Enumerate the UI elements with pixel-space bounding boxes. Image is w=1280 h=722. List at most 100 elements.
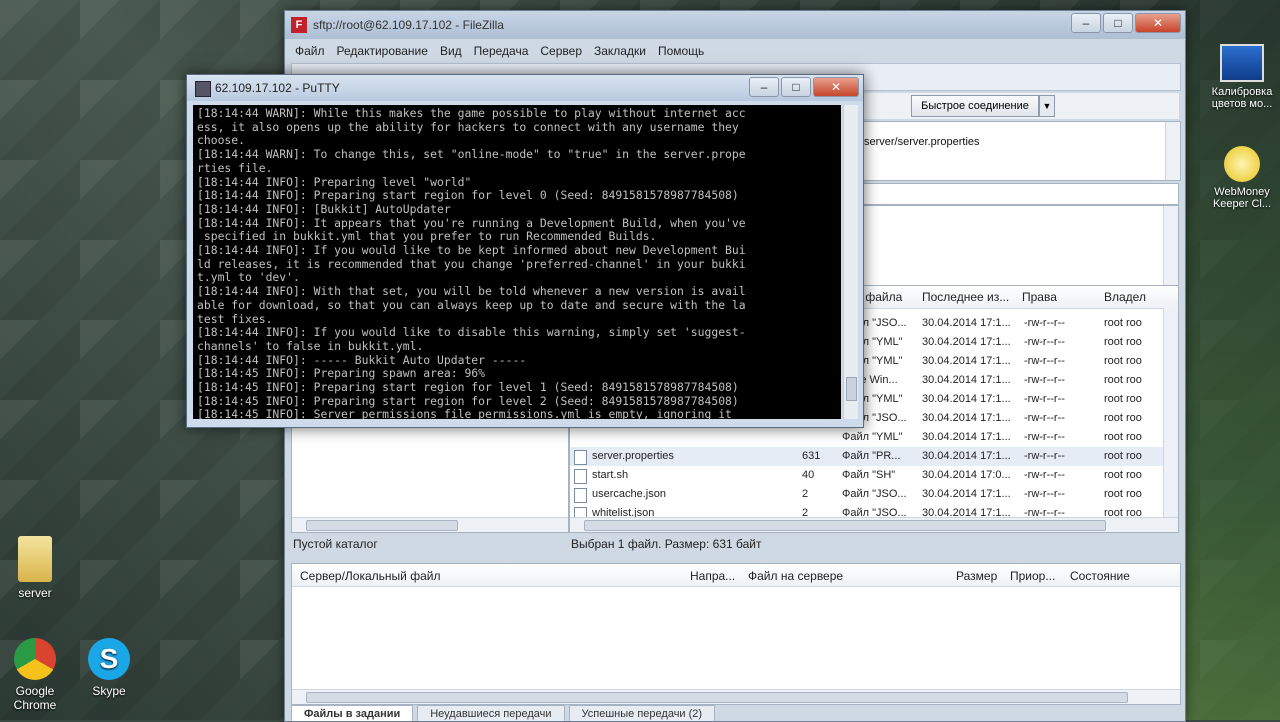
putty-title: 62.109.17.102 - PuTTY <box>215 81 340 95</box>
queue-col-direction[interactable]: Напра... <box>690 569 735 583</box>
webmoney-icon <box>1224 146 1260 182</box>
table-row[interactable]: start.sh 40 Файл "SH" 30.04.2014 17:0... -rw… <box>570 466 1178 485</box>
maximize-button[interactable]: □ <box>1103 13 1133 33</box>
desktop-icon-chrome[interactable]: Google Chrome <box>0 638 70 712</box>
local-file-list[interactable] <box>291 411 569 533</box>
maximize-button[interactable]: □ <box>781 77 811 97</box>
quickconnect-button[interactable]: Быстрое соединение <box>911 95 1039 117</box>
menu-view[interactable]: Вид <box>440 41 462 61</box>
file-modified: 30.04.2014 17:1... <box>922 412 1011 424</box>
remote-files-hscrollbar[interactable] <box>570 517 1178 532</box>
terminal-line: [18:14:45 INFO]: Server permissions file… <box>197 408 837 419</box>
scroll-thumb[interactable] <box>306 520 458 531</box>
chrome-icon <box>14 638 56 680</box>
terminal-line: [18:14:45 INFO]: Preparing spawn area: 9… <box>197 367 837 381</box>
remote-path-input[interactable] <box>859 183 1179 205</box>
terminal-line-text: [18:14:45 INFO]: Preparing start region … <box>197 394 739 408</box>
terminal-output[interactable]: [18:14:44 WARN]: While this makes the ga… <box>193 105 841 419</box>
file-modified: 30.04.2014 17:1... <box>922 393 1011 405</box>
local-status: Пустой каталог <box>293 537 378 551</box>
terminal-line-text: ld releases, it is recommended that you … <box>197 257 746 271</box>
queue-hscrollbar[interactable] <box>292 689 1180 704</box>
table-row[interactable]: usercache.json 2 Файл "JSO... 30.04.2014 17… <box>570 485 1178 504</box>
log-scrollbar[interactable] <box>1165 122 1180 180</box>
filezilla-titlebar[interactable]: F sftp://root@62.109.17.102 - FileZilla … <box>285 11 1185 39</box>
quickconnect-dropdown-icon[interactable]: ▼ <box>1039 95 1055 117</box>
table-row[interactable]: server.properties 631 Файл "PR... 30.04.201… <box>570 447 1178 466</box>
remote-directory-tree[interactable] <box>859 205 1179 287</box>
file-modified: 30.04.2014 17:1... <box>922 374 1011 386</box>
putty-titlebar[interactable]: 62.109.17.102 - PuTTY ‒ □ ✕ <box>187 75 863 101</box>
terminal-line: [18:14:44 INFO]: If you would like to be… <box>197 244 837 258</box>
file-permissions: -rw-r--r-- <box>1024 488 1065 500</box>
menu-server[interactable]: Сервер <box>540 41 582 61</box>
putty-window[interactable]: 62.109.17.102 - PuTTY ‒ □ ✕ [18:14:44 WA… <box>186 74 864 428</box>
terminal-line: specified in bukkit.yml that you prefer … <box>197 230 837 244</box>
terminal-line: rties file. <box>197 162 837 176</box>
terminal-line-text: [18:14:45 INFO]: Preparing spawn area: 9… <box>197 367 486 381</box>
desktop-icon-server[interactable]: server <box>0 536 70 600</box>
menu-edit[interactable]: Редактирование <box>337 41 428 61</box>
tab-failed-transfers[interactable]: Неудавшиеся передачи <box>417 705 565 721</box>
skype-icon: S <box>88 638 130 680</box>
column-header-owner[interactable]: Владел <box>1104 290 1146 304</box>
scroll-thumb[interactable] <box>584 520 1106 531</box>
terminal-line-text: [18:14:44 INFO]: ----- Bukkit Auto Updat… <box>197 353 527 367</box>
filezilla-menubar: Файл Редактирование Вид Передача Сервер … <box>285 41 1185 61</box>
desktop-icon-webmoney[interactable]: WebMoney Keeper Cl... <box>1204 146 1280 210</box>
file-icon <box>574 469 587 484</box>
local-hscrollbar[interactable] <box>292 517 568 532</box>
scroll-thumb[interactable] <box>306 692 1128 703</box>
scroll-thumb[interactable] <box>846 377 857 401</box>
close-button[interactable]: ✕ <box>1135 13 1181 33</box>
transfer-queue[interactable]: Сервер/Локальный файл Напра... Файл на с… <box>291 563 1181 705</box>
terminal-line-text: specified in bukkit.yml that you prefer … <box>197 230 657 244</box>
terminal-line-text: rties file. <box>197 161 273 175</box>
desktop-icon-label: server <box>18 586 52 600</box>
table-row[interactable]: Файл "YML" 30.04.2014 17:1... -rw-r--r-- ro… <box>570 428 1178 447</box>
terminal-line: [18:14:44 WARN]: While this makes the ga… <box>197 107 837 121</box>
file-modified: 30.04.2014 17:1... <box>922 336 1011 348</box>
menu-bookmarks[interactable]: Закладки <box>594 41 646 61</box>
file-type: Файл "SH" <box>842 469 896 481</box>
minimize-button[interactable]: ‒ <box>1071 13 1101 33</box>
terminal-line-text: [18:14:44 INFO]: Preparing start region … <box>197 189 739 203</box>
menu-help[interactable]: Помощь <box>658 41 704 61</box>
file-name: server.properties <box>592 450 674 462</box>
file-type: Файл "PR... <box>842 450 901 462</box>
desktop-icon-calibration[interactable]: Калибровка цветов мо... <box>1204 44 1280 110</box>
file-size: 2 <box>802 488 809 500</box>
remote-tree-scrollbar[interactable] <box>1163 206 1178 286</box>
file-owner: root roo <box>1104 393 1142 405</box>
terminal-line: t.yml to 'dev'. <box>197 271 837 285</box>
tab-successful-transfers[interactable]: Успешные передачи (2) <box>568 705 716 721</box>
terminal-scrollbar[interactable] <box>843 105 858 419</box>
file-size: 40 <box>802 469 815 481</box>
menu-file[interactable]: Файл <box>295 41 325 61</box>
queue-col-status[interactable]: Состояние <box>1070 569 1130 583</box>
file-owner: root roo <box>1104 431 1142 443</box>
queue-col-priority[interactable]: Приор... <box>1010 569 1055 583</box>
file-owner: root roo <box>1104 469 1142 481</box>
file-modified: 30.04.2014 17:1... <box>922 355 1011 367</box>
terminal-line: [18:14:44 INFO]: Preparing start region … <box>197 189 837 203</box>
remote-files-scrollbar[interactable] <box>1163 308 1178 518</box>
terminal-line: [18:14:44 INFO]: With that set, you will… <box>197 285 837 299</box>
queue-col-local[interactable]: Сервер/Локальный файл <box>300 569 440 583</box>
filezilla-app-icon: F <box>291 17 307 33</box>
menu-transfer[interactable]: Передача <box>474 41 529 61</box>
desktop-icon-skype[interactable]: S Skype <box>74 638 144 698</box>
terminal-line: choose. <box>197 134 837 148</box>
queue-col-size[interactable]: Размер <box>956 569 997 583</box>
queue-col-remote[interactable]: Файл на сервере <box>748 569 843 583</box>
column-header-permissions[interactable]: Права <box>1022 290 1057 304</box>
file-owner: root roo <box>1104 412 1142 424</box>
terminal-line: [18:14:44 WARN]: To change this, set "on… <box>197 148 837 162</box>
column-header-modified[interactable]: Последнее из... <box>922 290 1009 304</box>
file-permissions: -rw-r--r-- <box>1024 412 1065 424</box>
minimize-button[interactable]: ‒ <box>749 77 779 97</box>
file-owner: root roo <box>1104 450 1142 462</box>
close-button[interactable]: ✕ <box>813 77 859 97</box>
terminal-line-text: [18:14:44 INFO]: If you would like to di… <box>197 326 746 340</box>
tab-queued-files[interactable]: Файлы в задании <box>291 705 414 721</box>
